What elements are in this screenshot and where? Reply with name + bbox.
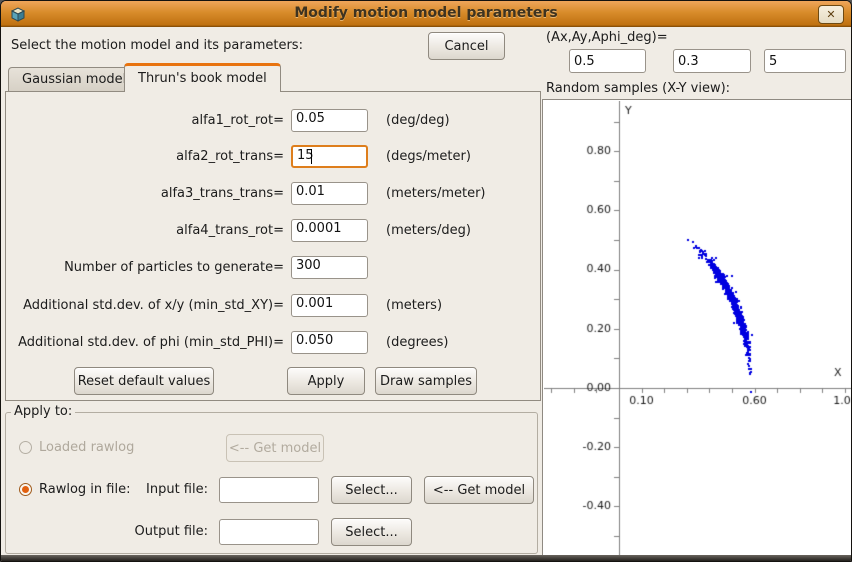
minstd-phi-unit: (degrees) (386, 331, 448, 354)
samples-scatter-plot (544, 101, 852, 556)
ay-input[interactable] (673, 49, 751, 73)
alfa1-label: alfa1_rot_rot= (14, 109, 284, 132)
alfa2-label: alfa2_rot_trans= (14, 145, 284, 168)
plot-title: Random samples (X-Y view): (546, 81, 730, 96)
particles-input[interactable]: 300 (291, 256, 368, 279)
output-file-label: Output file: (121, 524, 208, 539)
particles-label: Number of particles to generate= (14, 256, 284, 279)
minstd-phi-label: Additional std.dev. of phi (min_std_PHI)… (14, 331, 284, 354)
minstd-xy-label: Additional std.dev. of x/y (min_std_XY)= (14, 294, 284, 317)
tab-thrun-book-model[interactable]: Thrun's book model (124, 63, 281, 92)
alfa4-unit: (meters/deg) (386, 219, 471, 242)
close-button[interactable]: ✕ (818, 5, 844, 24)
rawlog-in-file-label: Rawlog in file: (39, 482, 130, 497)
apply-button[interactable]: Apply (287, 367, 365, 395)
minstd-xy-unit: (meters) (386, 294, 442, 317)
minstd-phi-input[interactable]: 0.050 (291, 331, 368, 354)
window-title: Modify motion model parameters (1, 5, 851, 21)
reset-defaults-button[interactable]: Reset default values (74, 367, 214, 395)
loaded-rawlog-label: Loaded rawlog (39, 440, 134, 455)
loaded-rawlog-radio[interactable] (19, 441, 32, 454)
alfa2-input[interactable]: 15 (291, 145, 368, 168)
alfa1-unit: (deg/deg) (386, 109, 450, 132)
output-select-button[interactable]: Select... (331, 518, 412, 546)
input-file-field[interactable] (219, 477, 319, 503)
output-file-field[interactable] (219, 519, 319, 545)
dialog-window: Modify motion model parameters ✕ Select … (0, 0, 852, 562)
get-model-file-button[interactable]: <-- Get model (424, 476, 534, 504)
alfa3-unit: (meters/meter) (386, 182, 486, 205)
window-bottom-frame (1, 555, 851, 561)
text-caret (311, 149, 312, 164)
input-file-label: Input file: (131, 482, 208, 497)
aphi-input[interactable] (764, 49, 846, 73)
ax-input[interactable] (569, 49, 646, 73)
alfa4-label: alfa4_trans_rot= (14, 219, 284, 242)
alfa4-input[interactable]: 0.0001 (291, 219, 368, 242)
minstd-xy-input[interactable]: 0.001 (291, 294, 368, 317)
input-select-button[interactable]: Select... (331, 476, 412, 504)
pose-label: (Ax,Ay,Aphi_deg)= (546, 30, 668, 45)
draw-samples-button[interactable]: Draw samples (375, 367, 477, 395)
samples-plot-panel (542, 99, 852, 556)
cancel-button[interactable]: Cancel (428, 32, 505, 60)
alfa3-input[interactable]: 0.01 (291, 182, 368, 205)
title-bar[interactable]: Modify motion model parameters ✕ (1, 1, 851, 27)
rawlog-in-file-radio[interactable] (19, 483, 32, 496)
alfa3-label: alfa3_trans_trans= (14, 182, 284, 205)
tab-gaussian-model[interactable]: Gaussian model (8, 67, 140, 92)
apply-to-legend: Apply to: (11, 404, 75, 419)
tab-content-panel: alfa1_rot_rot= 0.05 (deg/deg) alfa2_rot_… (5, 91, 541, 401)
instruction-label: Select the motion model and its paramete… (11, 38, 303, 53)
alfa2-unit: (degs/meter) (386, 145, 471, 168)
get-model-loaded-button: <-- Get model (226, 434, 324, 462)
alfa1-input[interactable]: 0.05 (291, 109, 368, 132)
